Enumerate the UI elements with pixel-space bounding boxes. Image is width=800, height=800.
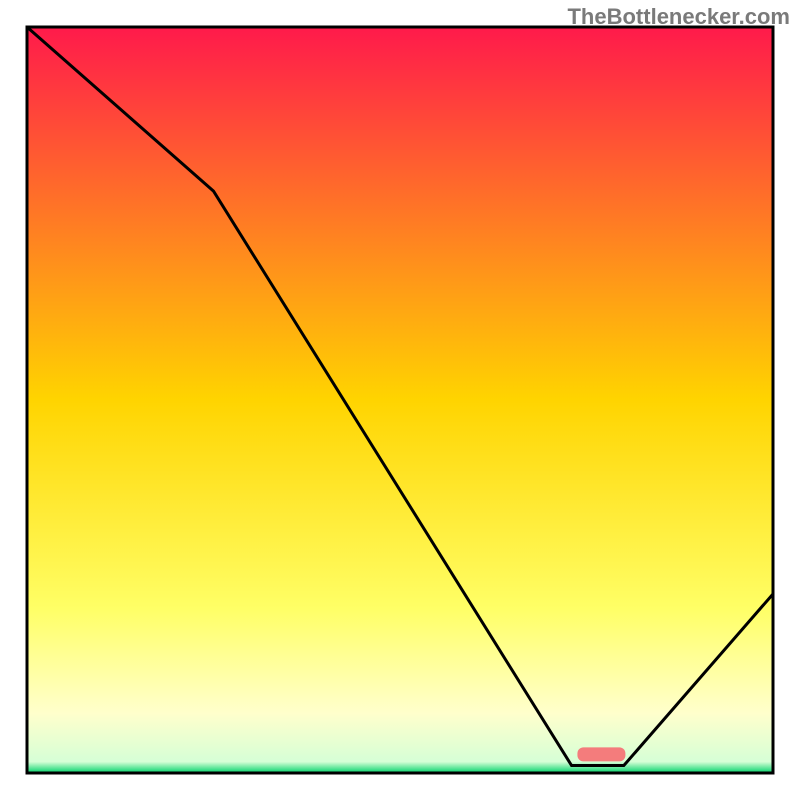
chart-container: TheBottlenecker.com: [0, 0, 800, 800]
watermark-label: TheBottlenecker.com: [567, 4, 790, 30]
plot-background: [27, 27, 773, 773]
optimal-marker: [577, 747, 625, 761]
chart-svg: [0, 0, 800, 800]
